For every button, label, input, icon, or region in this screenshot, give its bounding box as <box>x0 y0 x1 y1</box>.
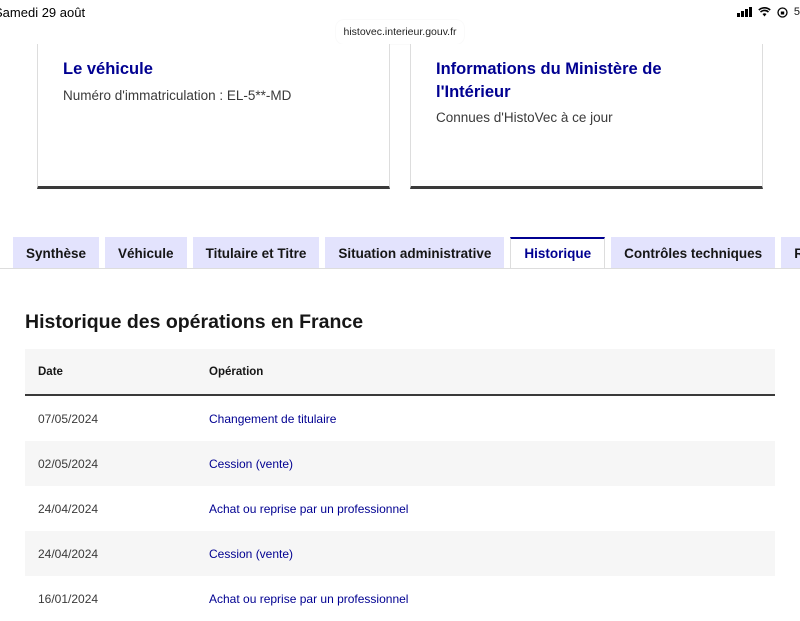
table-row: 16/01/2024 Achat ou reprise par un profe… <box>25 576 775 621</box>
table-header: Date Opération <box>25 349 775 396</box>
panel-title: Historique des opérations en France <box>25 311 364 333</box>
table-row: 07/05/2024 Changement de titulaire <box>25 396 775 441</box>
historique-panel: Historique des opérations en France Date… <box>0 268 800 608</box>
tab-situation-administrative[interactable]: Situation administrative <box>325 237 505 269</box>
battery-percent: 5 <box>793 6 800 18</box>
row-operation: Cession (vente) <box>209 546 294 561</box>
url-text: histovec.interieur.gouv.fr <box>343 26 457 38</box>
tab-synthese[interactable]: Synthèse <box>13 237 100 269</box>
tab-historique[interactable]: Historique <box>510 237 606 270</box>
row-operation: Achat ou reprise par un professionnel <box>209 501 409 516</box>
column-header-date: Date <box>38 365 63 378</box>
table-row: 02/05/2024 Cession (vente) <box>25 441 775 486</box>
table-row: 24/04/2024 Achat ou reprise par un profe… <box>25 486 775 531</box>
column-header-operation: Opération <box>209 365 264 378</box>
tab-controles-techniques[interactable]: Contrôles techniques <box>611 237 776 269</box>
status-icons: 5 <box>736 6 800 18</box>
tab-bar: Synthèse Véhicule Titulaire et Titre Sit… <box>13 237 800 270</box>
card-vehicule-plate: Numéro d'immatriculation : EL-5**-MD <box>63 88 292 103</box>
orientation-lock-icon <box>777 6 788 18</box>
tab-rapport[interactable]: Rap <box>781 237 800 269</box>
row-date: 02/05/2024 <box>38 456 99 471</box>
cellular-signal-icon <box>736 7 752 17</box>
row-operation: Changement de titulaire <box>209 411 337 426</box>
row-date: 24/04/2024 <box>38 501 99 516</box>
card-ministere: Informations du Ministère de l'Intérieur… <box>410 44 763 189</box>
table-row: 24/04/2024 Cession (vente) <box>25 531 775 576</box>
row-date: 24/04/2024 <box>38 546 99 561</box>
card-ministere-title: Informations du Ministère de l'Intérieur <box>436 58 662 104</box>
tab-vehicule[interactable]: Véhicule <box>105 237 187 269</box>
row-operation: Cession (vente) <box>209 456 294 471</box>
tab-titulaire-et-titre[interactable]: Titulaire et Titre <box>192 237 320 269</box>
history-table: Date Opération 07/05/2024 Changement de … <box>25 349 775 621</box>
row-operation: Achat ou reprise par un professionnel <box>209 591 409 606</box>
row-date: 16/01/2024 <box>38 591 99 606</box>
url-bar[interactable]: histovec.interieur.gouv.fr <box>336 20 464 44</box>
card-vehicule-title: Le véhicule <box>63 60 153 78</box>
card-ministere-title-line2: l'Intérieur <box>436 83 511 101</box>
card-ministere-title-line1: Informations du Ministère de <box>436 60 662 78</box>
card-ministere-text: Connues d'HistoVec à ce jour <box>436 110 613 125</box>
wifi-icon <box>758 7 771 17</box>
status-date: Samedi 29 août <box>0 5 86 20</box>
card-vehicule: Le véhicule Numéro d'immatriculation : E… <box>37 44 390 189</box>
row-date: 07/05/2024 <box>38 411 99 426</box>
